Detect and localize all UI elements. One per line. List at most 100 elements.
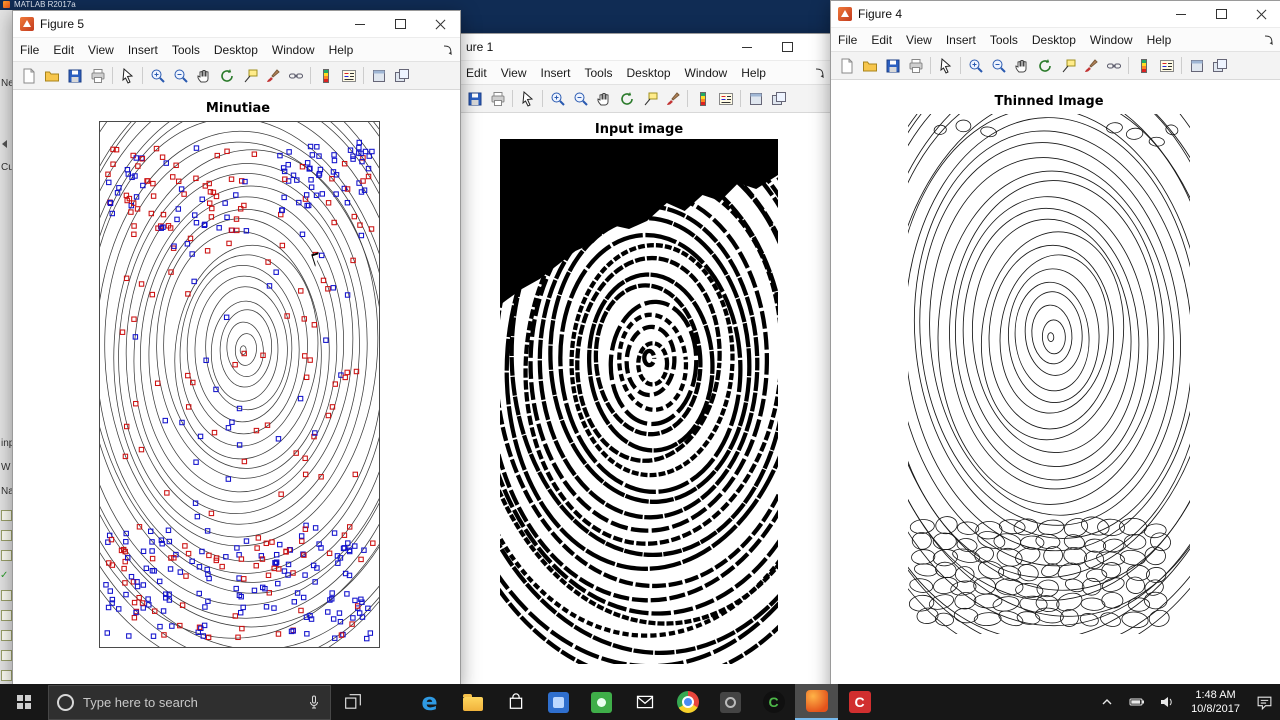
minimize-button[interactable]	[340, 11, 380, 37]
open-file-button[interactable]	[858, 54, 881, 77]
menu-item[interactable]: View	[81, 43, 121, 57]
save-button[interactable]	[63, 64, 86, 87]
zoom-in-button[interactable]	[546, 87, 569, 110]
menu-item[interactable]: Help	[1140, 33, 1179, 47]
taskbar-photos[interactable]	[537, 684, 580, 720]
taskbar-gray-app[interactable]	[709, 684, 752, 720]
data-cursor-button[interactable]	[1056, 54, 1079, 77]
taskbar-recorder[interactable]: C	[838, 684, 881, 720]
action-center-button[interactable]	[1249, 684, 1280, 720]
taskbar-camtasia[interactable]: C	[752, 684, 795, 720]
task-view-button[interactable]	[331, 684, 374, 720]
show-hidden-icons-button[interactable]	[1092, 684, 1122, 720]
figure5-titlebar[interactable]: Figure 5	[13, 11, 460, 37]
menu-item[interactable]: Edit	[46, 43, 81, 57]
rotate-button[interactable]	[615, 87, 638, 110]
file-icon[interactable]	[1, 650, 12, 661]
hide-plot-tools-button[interactable]	[1185, 54, 1208, 77]
menu-item[interactable]: Tools	[578, 66, 620, 80]
zoom-in-button[interactable]	[964, 54, 987, 77]
zoom-out-button[interactable]	[987, 54, 1010, 77]
taskbar-search[interactable]: Type here to search	[48, 684, 331, 720]
hide-plot-tools-button[interactable]	[367, 64, 390, 87]
show-plot-tools-button[interactable]	[1208, 54, 1231, 77]
edit-plot-button[interactable]	[116, 64, 139, 87]
print-button[interactable]	[86, 64, 109, 87]
data-cursor-button[interactable]	[638, 87, 661, 110]
insert-legend-button[interactable]	[337, 64, 360, 87]
mic-button[interactable]	[306, 694, 322, 710]
menu-item[interactable]: Help	[734, 66, 773, 80]
menu-item[interactable]: Desktop	[207, 43, 265, 57]
menu-item[interactable]: Window	[678, 66, 735, 80]
start-button[interactable]	[0, 684, 48, 720]
menu-item[interactable]: View	[494, 66, 534, 80]
close-button[interactable]	[420, 11, 460, 37]
menu-item[interactable]: View	[899, 33, 939, 47]
collapse-arrow-icon[interactable]	[2, 140, 7, 148]
file-icon[interactable]	[1, 550, 12, 561]
new-figure-button[interactable]	[835, 54, 858, 77]
file-icon[interactable]	[1, 670, 12, 681]
save-button[interactable]	[463, 87, 486, 110]
hide-plot-tools-button[interactable]	[744, 87, 767, 110]
insert-colorbar-button[interactable]	[314, 64, 337, 87]
menu-item[interactable]: File	[13, 43, 46, 57]
file-icon[interactable]	[1, 630, 12, 641]
edit-plot-button[interactable]	[934, 54, 957, 77]
close-button[interactable]	[1241, 1, 1280, 27]
battery-status[interactable]	[1122, 684, 1152, 720]
taskbar-store[interactable]	[494, 684, 537, 720]
menu-item[interactable]: Tools	[983, 33, 1025, 47]
link-plot-button[interactable]	[1102, 54, 1125, 77]
taskbar-mail[interactable]	[623, 684, 666, 720]
brush-button[interactable]	[661, 87, 684, 110]
file-icon[interactable]	[1, 510, 12, 521]
insert-colorbar-button[interactable]	[1132, 54, 1155, 77]
menu-item[interactable]: Tools	[165, 43, 207, 57]
volume-status[interactable]	[1152, 684, 1182, 720]
taskbar-clock[interactable]: 1:48 AM 10/8/2017	[1182, 688, 1249, 716]
open-file-button[interactable]	[40, 64, 63, 87]
show-plot-tools-button[interactable]	[390, 64, 413, 87]
dock-figure-button[interactable]	[1263, 34, 1275, 46]
show-plot-tools-button[interactable]	[767, 87, 790, 110]
maximize-button[interactable]	[767, 34, 807, 60]
menu-item[interactable]: Help	[322, 43, 361, 57]
pan-button[interactable]	[1010, 54, 1033, 77]
file-icon[interactable]	[1, 590, 12, 601]
brush-button[interactable]	[1079, 54, 1102, 77]
dock-figure-button[interactable]	[814, 67, 826, 79]
figure4-titlebar[interactable]: Figure 4	[831, 1, 1280, 27]
menu-item[interactable]: Window	[265, 43, 322, 57]
pan-button[interactable]	[192, 64, 215, 87]
zoom-in-button[interactable]	[146, 64, 169, 87]
menu-item[interactable]: Insert	[939, 33, 983, 47]
print-button[interactable]	[486, 87, 509, 110]
taskbar-matlab[interactable]	[795, 684, 838, 720]
zoom-out-button[interactable]	[169, 64, 192, 87]
menu-item[interactable]: Edit	[864, 33, 899, 47]
edit-plot-button[interactable]	[516, 87, 539, 110]
file-icon[interactable]	[1, 610, 12, 621]
zoom-out-button[interactable]	[569, 87, 592, 110]
new-figure-button[interactable]	[17, 64, 40, 87]
taskbar-edge[interactable]: e	[408, 684, 451, 720]
menu-item[interactable]: Window	[1083, 33, 1140, 47]
print-button[interactable]	[904, 54, 927, 77]
figure1-titlebar[interactable]: ure 1	[459, 34, 832, 60]
pan-button[interactable]	[592, 87, 615, 110]
menu-item[interactable]: Insert	[533, 66, 577, 80]
maximize-button[interactable]	[380, 11, 420, 37]
menu-item[interactable]: Desktop	[1025, 33, 1083, 47]
brush-button[interactable]	[261, 64, 284, 87]
file-icon[interactable]	[1, 530, 12, 541]
link-plot-button[interactable]	[284, 64, 307, 87]
menu-item[interactable]: File	[831, 33, 864, 47]
maximize-button[interactable]	[1201, 1, 1241, 27]
save-button[interactable]	[881, 54, 904, 77]
menu-item[interactable]: Desktop	[620, 66, 678, 80]
taskbar-green-app[interactable]	[580, 684, 623, 720]
insert-legend-button[interactable]	[714, 87, 737, 110]
data-cursor-button[interactable]	[238, 64, 261, 87]
